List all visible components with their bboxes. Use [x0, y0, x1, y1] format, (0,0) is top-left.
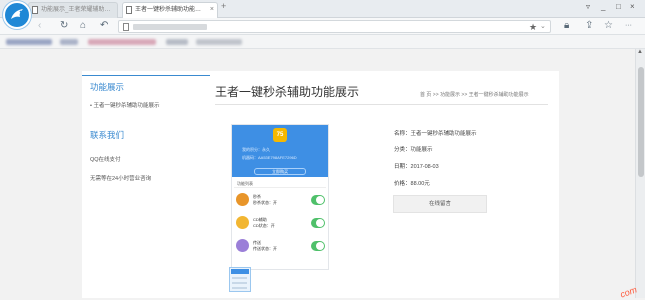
feature-toggle	[311, 241, 325, 251]
sidebar-heading-contact: 联系我们	[90, 130, 125, 140]
feature-avatar-icon	[236, 239, 249, 252]
feature-status: 传送状态：开	[253, 246, 277, 251]
vertical-scrollbar[interactable]: ▲	[635, 49, 645, 298]
contact-button[interactable]: 在线留言	[393, 195, 487, 213]
favorite-star-icon[interactable]: ★	[529, 21, 537, 33]
maximize-button[interactable]: □	[616, 2, 621, 11]
product-screenshot[interactable]: 75 我的积分：永久 机器码：AA53E798AFE7296D 立即购买 功能列…	[231, 124, 329, 270]
sidebar-item-service[interactable]: 无需等在24小时营业咨询	[90, 174, 151, 182]
product-category-value: 功能展示	[410, 147, 433, 153]
product-name-label: 名称：	[394, 131, 411, 137]
tab-label: 功能展示_王者荣耀辅助…	[41, 7, 111, 13]
sidebar-divider	[82, 75, 210, 76]
share-icon[interactable]: ⇪	[585, 20, 593, 32]
navigation-bar: ‹ ↻ ⌂ ↶ ★ ⌄ 🔒︎ ⇪ ☆ ···	[0, 18, 645, 35]
content-panel: 功能展示 • 王者一键秒杀辅助功能展示 联系我们 QQ在线支付 无需等在24小时…	[82, 71, 559, 298]
scrollbar-thumb[interactable]	[638, 67, 644, 177]
undo-icon[interactable]: ↶	[100, 20, 108, 32]
tab-inactive[interactable]: 功能展示_王者荣耀辅助…	[28, 2, 118, 18]
product-price-value: 88.00元	[410, 181, 430, 187]
app-feature-row: 传送 传送状态：开	[234, 236, 326, 256]
product-category: 分类：功能展示	[394, 145, 433, 153]
feature-toggle	[311, 218, 325, 228]
app-info-line: 机器码：AA53E798AFE7296D	[242, 155, 297, 160]
feature-avatar-icon	[236, 193, 249, 206]
page-icon	[123, 23, 129, 31]
title-divider	[215, 104, 548, 105]
browser-logo-icon	[3, 1, 31, 29]
bookmark-item-blurred[interactable]	[6, 39, 52, 45]
feature-toggle	[311, 195, 325, 205]
app-section-title: 功能列表	[234, 180, 326, 188]
document-icon	[126, 6, 132, 14]
app-feature-row: CD辅助 CD状态：开	[234, 213, 326, 233]
lock-icon[interactable]: 🔒︎	[564, 20, 569, 32]
more-icon[interactable]: ···	[625, 20, 632, 32]
app-feature-row: 秒杀 秒杀状态：开	[234, 190, 326, 210]
close-window-button[interactable]: ×	[630, 2, 635, 11]
chevron-down-icon[interactable]: ⌄	[540, 21, 546, 33]
back-arrow-icon[interactable]: ‹	[38, 20, 41, 32]
feature-avatar-icon	[236, 216, 249, 229]
sidebar-item-feature-demo[interactable]: • 王者一键秒杀辅助功能展示	[90, 101, 159, 109]
tab-label: 王者一键秒杀辅助功能…	[135, 7, 202, 13]
settings-icon[interactable]: ▿	[586, 2, 590, 11]
feature-status: CD状态：开	[253, 223, 275, 228]
bookmark-item-blurred[interactable]	[166, 39, 188, 45]
bookmark-item-blurred[interactable]	[88, 39, 156, 45]
thumbnail-line	[232, 277, 247, 279]
page-title: 王者一键秒杀辅助功能展示	[215, 85, 360, 99]
star-outline-icon[interactable]: ☆	[604, 20, 613, 32]
app-info-line: 我的积分：永久	[242, 147, 270, 152]
thumbnail-line	[232, 282, 247, 284]
refresh-icon[interactable]: ↻	[60, 20, 68, 32]
app-buy-button: 立即购买	[254, 168, 306, 175]
screenshot-thumbnail[interactable]	[229, 267, 251, 292]
home-icon[interactable]: ⌂	[80, 20, 86, 32]
sidebar-item-qq[interactable]: QQ在线支付	[90, 155, 121, 163]
thumbnail-header	[231, 269, 249, 274]
sidebar-heading-features: 功能展示	[90, 82, 125, 92]
breadcrumb[interactable]: 首 页 >> 功能展示 >> 王者一键秒杀辅助功能展示	[420, 91, 529, 98]
tab-bar: 功能展示_王者荣耀辅助… 王者一键秒杀辅助功能… × + ▿ _ □ ×	[0, 0, 645, 18]
bookmark-item-blurred[interactable]	[196, 39, 242, 45]
page-viewport: 功能展示 • 王者一键秒杀辅助功能展示 联系我们 QQ在线支付 无需等在24小时…	[0, 49, 635, 298]
new-tab-button[interactable]: +	[221, 1, 226, 11]
product-price: 价格：88.00元	[394, 179, 430, 187]
product-date-label: 日期：	[394, 164, 411, 170]
app-badge-icon: 75	[273, 128, 287, 142]
scroll-up-icon[interactable]: ▲	[637, 49, 643, 55]
feature-status: 秒杀状态：开	[253, 200, 277, 205]
minimize-button[interactable]: _	[601, 2, 605, 11]
address-bar[interactable]: ★ ⌄	[118, 20, 551, 33]
document-icon	[32, 6, 38, 14]
tab-close-icon[interactable]: ×	[210, 3, 214, 17]
product-date-value: 2017-08-03	[410, 164, 439, 170]
thumbnail-line	[232, 287, 247, 289]
product-category-label: 分类：	[394, 147, 411, 153]
product-price-label: 价格：	[394, 181, 411, 187]
product-date: 日期：2017-08-03	[394, 162, 439, 170]
address-url-blurred	[133, 24, 207, 30]
bookmarks-bar	[0, 35, 645, 49]
product-name-value: 王者一键秒杀辅助功能展示	[410, 131, 477, 137]
app-header: 75 我的积分：永久 机器码：AA53E798AFE7296D 立即购买	[232, 125, 328, 177]
tab-active[interactable]: 王者一键秒杀辅助功能… ×	[122, 2, 218, 18]
bookmark-item-blurred[interactable]	[60, 39, 78, 45]
product-name: 名称：王者一键秒杀辅助功能展示	[394, 129, 477, 137]
